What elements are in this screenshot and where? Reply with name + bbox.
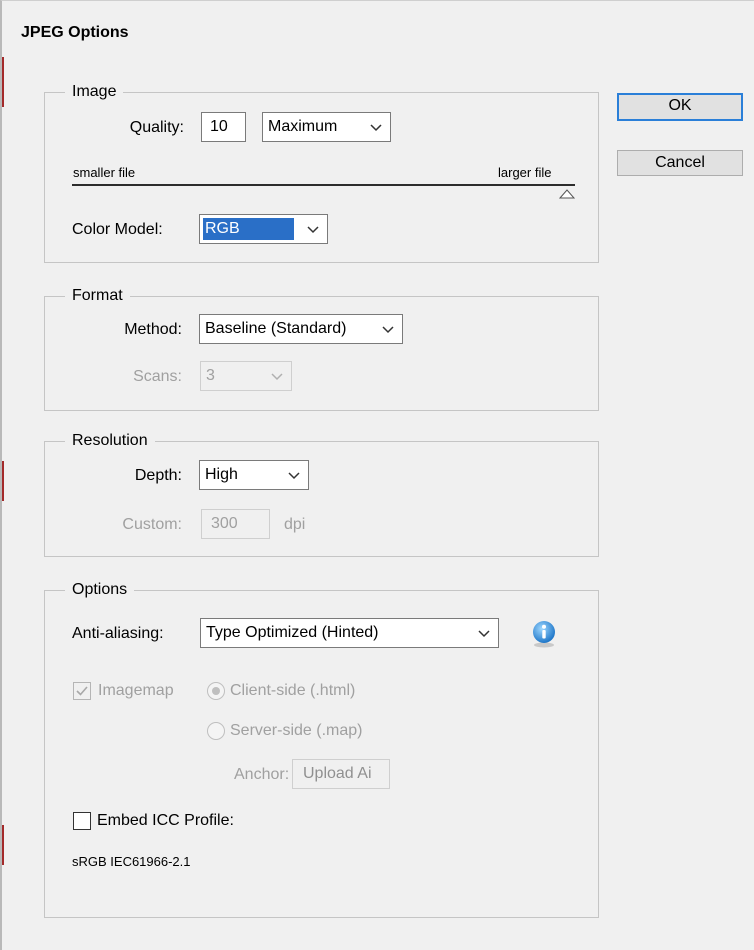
ok-button[interactable]: OK	[617, 93, 743, 121]
slider-min-label: smaller file	[73, 165, 136, 180]
window-edge-accent	[2, 57, 4, 107]
window-edge-accent	[2, 461, 4, 501]
quality-slider-thumb[interactable]	[558, 186, 576, 204]
custom-resolution-input[interactable]: 300	[201, 509, 270, 539]
jpeg-options-dialog: JPEG Options OK Cancel Image Quality: 10…	[0, 0, 754, 950]
quality-input[interactable]: 10	[201, 112, 246, 142]
method-value: Baseline (Standard)	[205, 320, 347, 337]
method-label: Method:	[124, 321, 182, 338]
method-select[interactable]: Baseline (Standard)	[199, 314, 403, 344]
triangle-icon	[558, 189, 576, 199]
dpi-unit-label: dpi	[284, 516, 306, 533]
scans-select[interactable]: 3	[200, 361, 292, 391]
format-group-legend: Format	[65, 286, 130, 306]
anchor-label: Anchor:	[234, 766, 290, 783]
info-icon[interactable]	[529, 619, 559, 649]
chevron-down-icon	[364, 113, 388, 141]
scans-label: Scans:	[133, 368, 182, 385]
options-group-legend: Options	[65, 580, 135, 600]
client-side-label: Client-side (.html)	[230, 682, 356, 699]
cancel-button[interactable]: Cancel	[617, 150, 743, 176]
chevron-down-icon	[376, 315, 400, 343]
scans-value: 3	[206, 367, 215, 384]
icc-profile-name: sRGB IEC61966-2.1	[72, 854, 191, 869]
color-model-select[interactable]: RGB	[199, 214, 328, 244]
custom-resolution-label: Custom:	[122, 516, 182, 533]
quality-preset-select[interactable]: Maximum	[262, 112, 391, 142]
server-side-radio[interactable]	[207, 722, 225, 740]
anchor-input[interactable]: Upload Ai	[292, 759, 390, 789]
quality-preset-value: Maximum	[268, 118, 338, 135]
depth-select[interactable]: High	[199, 460, 309, 490]
depth-label: Depth:	[134, 467, 182, 484]
embed-icc-checkbox[interactable]	[73, 812, 91, 830]
dialog-title: JPEG Options	[21, 24, 129, 41]
imagemap-label: Imagemap	[98, 682, 174, 699]
radio-selected-dot	[212, 687, 220, 695]
window-edge-accent	[2, 825, 4, 865]
quality-label: Quality:	[129, 119, 184, 136]
slider-max-label: larger file	[498, 165, 552, 180]
chevron-down-icon	[301, 215, 325, 243]
embed-icc-label: Embed ICC Profile:	[97, 812, 234, 829]
color-model-label: Color Model:	[72, 221, 163, 238]
depth-value: High	[205, 466, 238, 483]
checkmark-icon	[76, 686, 88, 696]
resolution-group-legend: Resolution	[65, 431, 155, 451]
antialiasing-select[interactable]: Type Optimized (Hinted)	[200, 618, 499, 648]
antialiasing-value: Type Optimized (Hinted)	[206, 624, 379, 641]
chevron-down-icon	[282, 461, 306, 489]
resolution-group: Resolution	[44, 431, 599, 557]
server-side-label: Server-side (.map)	[230, 722, 363, 739]
chevron-down-icon	[265, 362, 289, 390]
quality-slider-track[interactable]	[72, 184, 575, 186]
color-model-value: RGB	[203, 218, 242, 240]
client-side-radio[interactable]	[207, 682, 225, 700]
image-group-legend: Image	[65, 82, 124, 102]
antialiasing-label: Anti-aliasing:	[72, 625, 164, 642]
imagemap-checkbox[interactable]	[73, 682, 91, 700]
chevron-down-icon	[472, 619, 496, 647]
